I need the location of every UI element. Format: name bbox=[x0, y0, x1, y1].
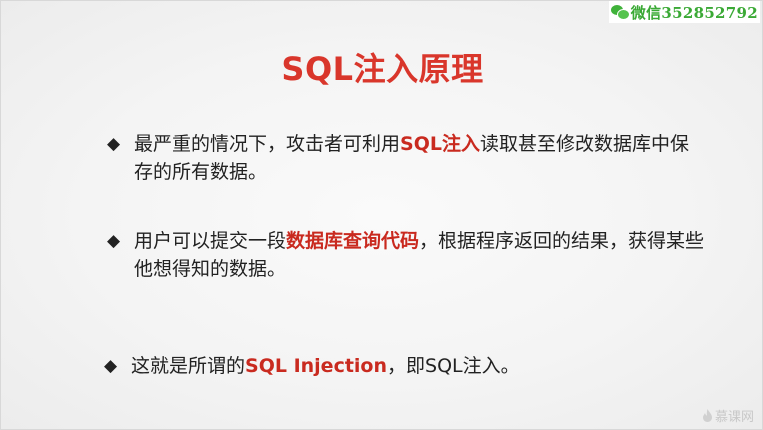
bullet-item: ◆ 最严重的情况下，攻击者可利用SQL注入读取甚至修改数据库中保存的所有数据。 bbox=[107, 130, 707, 186]
bullet-text-before: 最严重的情况下，攻击者可利用 bbox=[134, 133, 401, 155]
bullet-item: ◆ 这就是所谓的SQL Injection，即SQL注入。 bbox=[104, 352, 704, 380]
bullet-text-before: 这就是所谓的 bbox=[131, 355, 246, 377]
bullet-highlight: SQL注入 bbox=[400, 133, 480, 155]
wechat-icon bbox=[610, 4, 630, 20]
wechat-watermark-text: 微信352852792 bbox=[630, 3, 758, 22]
bullet-text: 这就是所谓的SQL Injection，即SQL注入。 bbox=[131, 352, 704, 380]
imooc-logo: 慕课网 bbox=[702, 406, 754, 425]
bullet-text-after: ，即SQL注入。 bbox=[387, 355, 520, 377]
bullet-highlight: SQL Injection bbox=[245, 355, 388, 377]
logo-text: 慕课网 bbox=[714, 410, 754, 425]
bullet-item: ◆ 用户可以提交一段数据库查询代码，根据程序返回的结果，获得某些他想得知的数据。 bbox=[107, 227, 707, 283]
diamond-bullet-icon: ◆ bbox=[107, 231, 121, 251]
diamond-bullet-icon: ◆ bbox=[104, 356, 118, 376]
bullet-text: 最严重的情况下，攻击者可利用SQL注入读取甚至修改数据库中保存的所有数据。 bbox=[134, 130, 707, 186]
flame-icon bbox=[702, 409, 712, 422]
bullet-text-before: 用户可以提交一段 bbox=[134, 230, 287, 252]
slide-title: SQL注入原理 bbox=[281, 50, 484, 88]
wechat-watermark: 微信352852792 bbox=[608, 1, 760, 23]
bullet-text: 用户可以提交一段数据库查询代码，根据程序返回的结果，获得某些他想得知的数据。 bbox=[134, 227, 707, 283]
diamond-bullet-icon: ◆ bbox=[107, 134, 121, 154]
bullet-highlight: 数据库查询代码 bbox=[286, 230, 420, 252]
slide: 微信352852792 SQL注入原理 ◆ 最严重的情况下，攻击者可利用SQL注… bbox=[0, 0, 763, 430]
